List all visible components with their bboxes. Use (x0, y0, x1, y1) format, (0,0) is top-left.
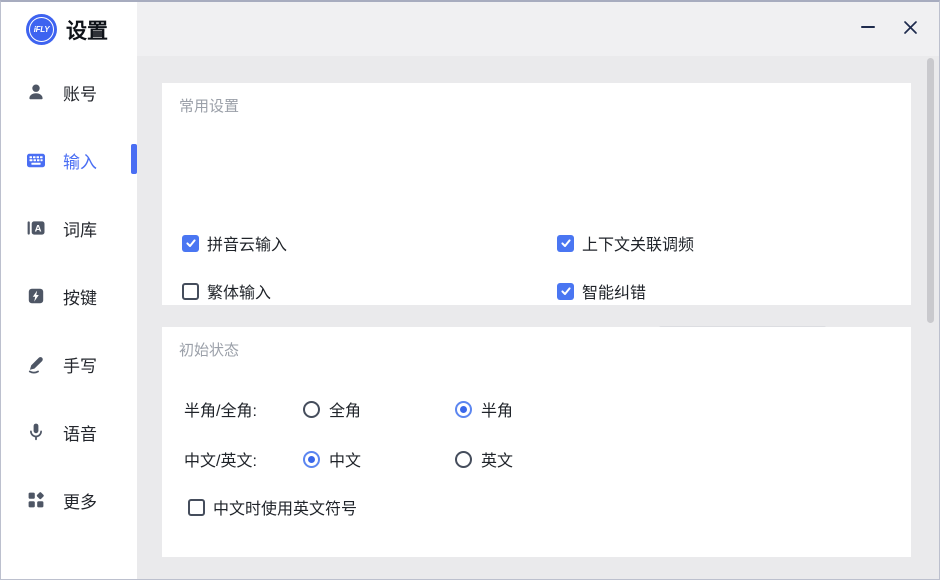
sidebar-item-handwriting[interactable]: 手写 (26, 351, 97, 377)
sidebar-item-voice[interactable]: 语音 (26, 419, 97, 445)
minimize-button[interactable] (852, 11, 884, 43)
checkbox-context-frequency[interactable] (557, 235, 574, 252)
common-settings-card: 常用设置 拼音云输入 繁体输入 顿号“、”可用“/”键输入 上下文关联调频 智能… (162, 83, 911, 305)
checkbox-english-symbols-in-chinese[interactable] (188, 499, 205, 516)
svg-text:A: A (35, 224, 42, 235)
check-icon (560, 285, 572, 297)
minus-icon (861, 26, 875, 28)
sidebar: iFLY 设置 账号 输入 (0, 0, 137, 580)
radio-chinese[interactable] (303, 451, 320, 468)
setting-label: 繁体输入 (207, 279, 271, 303)
radio-label: 半角 (481, 397, 513, 421)
sidebar-item-label: 按键 (63, 284, 97, 309)
row-label: 半角/全角: (184, 397, 303, 421)
user-icon (26, 82, 46, 102)
radio-option-chinese[interactable]: 中文 (303, 447, 455, 471)
scrollbar-thumb[interactable] (927, 58, 934, 323)
microphone-icon (26, 422, 46, 442)
radio-row-width-mode: 半角/全角: 全角 半角 (184, 395, 513, 423)
radio-option-fullwidth[interactable]: 全角 (303, 397, 455, 421)
close-x-icon (903, 20, 918, 35)
setting-row: 上下文关联调频 (557, 229, 694, 257)
close-button[interactable] (894, 11, 926, 43)
radio-halfwidth[interactable] (455, 401, 472, 418)
window-controls (852, 11, 926, 43)
sidebar-item-keys[interactable]: 按键 (26, 283, 97, 309)
row-label: 中文/英文: (184, 447, 303, 471)
sidebar-item-more[interactable]: 更多 (26, 487, 97, 513)
setting-label: 智能纠错 (582, 279, 646, 303)
checkbox-traditional-input[interactable] (182, 283, 199, 300)
active-item-indicator (131, 144, 137, 174)
sidebar-item-label: 更多 (63, 488, 97, 513)
setting-row: 拼音云输入 (182, 229, 287, 257)
ifly-logo-text: iFLY (29, 17, 54, 42)
more-grid-icon (26, 490, 46, 510)
radio-label: 英文 (481, 447, 513, 471)
radio-label: 中文 (329, 447, 361, 471)
sidebar-item-label: 语音 (63, 420, 97, 445)
ifly-logo-icon: iFLY (26, 14, 57, 45)
setting-row: 中文时使用英文符号 (188, 493, 357, 521)
sidebar-item-input[interactable]: 输入 (26, 147, 97, 173)
checkbox-pinyin-cloud-input[interactable] (182, 235, 199, 252)
page-title: 设置 (66, 15, 108, 45)
sidebar-item-label: 词库 (63, 216, 97, 241)
setting-label: 拼音云输入 (207, 231, 287, 255)
radio-english[interactable] (455, 451, 472, 468)
sidebar-item-label: 手写 (63, 352, 97, 377)
radio-option-english[interactable]: 英文 (455, 447, 513, 471)
hotkey-lightning-icon (26, 286, 46, 306)
check-icon (560, 237, 572, 249)
setting-row: 智能纠错 (557, 277, 646, 305)
sidebar-item-label: 输入 (63, 148, 97, 173)
radio-row-language-mode: 中文/英文: 中文 英文 (184, 445, 513, 473)
setting-label: 上下文关联调频 (582, 231, 694, 255)
radio-option-halfwidth[interactable]: 半角 (455, 397, 513, 421)
dictionary-icon: A (26, 218, 46, 238)
initial-state-card: 初始状态 半角/全角: 全角 半角 中文/英文: 中文 英文 中文时使用英文符号 (162, 327, 911, 557)
section-title: 初始状态 (179, 339, 239, 360)
sidebar-item-account[interactable]: 账号 (26, 79, 97, 105)
section-title: 常用设置 (179, 95, 239, 116)
setting-label: 中文时使用英文符号 (213, 495, 357, 519)
checkbox-smart-correction[interactable] (557, 283, 574, 300)
setting-row: 繁体输入 (182, 277, 271, 305)
handwriting-pen-icon (26, 354, 46, 374)
app-header: iFLY 设置 (26, 14, 108, 45)
check-icon (185, 237, 197, 249)
keyboard-icon (26, 150, 46, 170)
radio-fullwidth[interactable] (303, 401, 320, 418)
sidebar-item-label: 账号 (63, 80, 97, 105)
sidebar-item-lexicon[interactable]: A 词库 (26, 215, 97, 241)
radio-label: 全角 (329, 397, 361, 421)
titlebar (137, 0, 940, 56)
